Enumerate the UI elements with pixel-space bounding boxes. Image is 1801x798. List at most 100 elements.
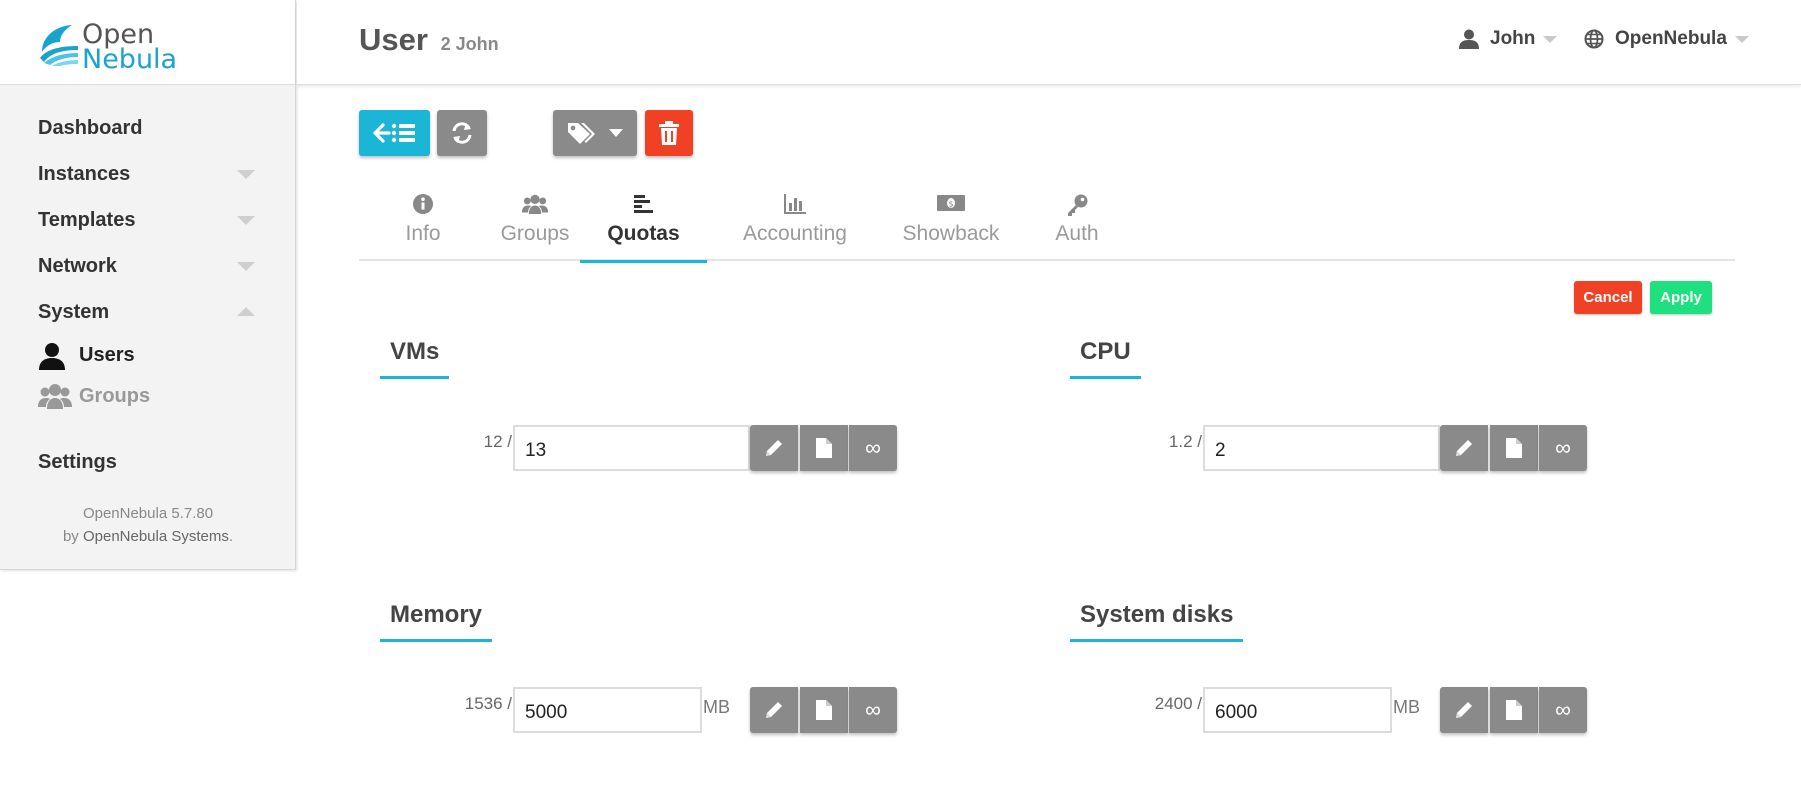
sidebar-item-dashboard[interactable]: Dashboard	[0, 105, 295, 151]
chevron-up-icon	[237, 307, 255, 316]
zone-menu[interactable]: OpenNebula	[1584, 28, 1749, 50]
header: User 2 John John OpenNebula	[297, 0, 1801, 85]
caret-down-icon	[609, 129, 623, 137]
memory-unit: MB	[703, 697, 730, 717]
company-link[interactable]: OpenNebula Systems	[83, 528, 229, 545]
system-disks-quota-input[interactable]: 6000	[1203, 687, 1392, 733]
back-to-list-button[interactable]	[359, 110, 430, 156]
file-icon	[1506, 438, 1522, 458]
page-title: User 2 John	[359, 22, 499, 58]
groups-icon	[480, 194, 590, 222]
delete-button[interactable]	[645, 110, 693, 156]
system-disks-quota-title: System disks	[1070, 601, 1244, 642]
logo[interactable]: Open Nebula	[0, 0, 295, 85]
system-disks-used: 2400 /	[1154, 694, 1202, 713]
company-text: by OpenNebula Systems.	[0, 525, 296, 548]
refresh-icon	[452, 122, 472, 144]
trash-icon	[659, 121, 679, 145]
tab-quotas[interactable]: Quotas	[580, 187, 707, 263]
default-button[interactable]	[800, 425, 848, 471]
footer-dot: .	[228, 528, 234, 545]
sidebar-item-instances[interactable]: Instances	[0, 151, 295, 197]
memory-quota-input[interactable]: 5000	[513, 687, 702, 733]
default-button[interactable]	[1490, 687, 1538, 733]
default-button[interactable]	[1490, 425, 1538, 471]
infinity-icon: ∞	[1555, 697, 1571, 722]
default-button[interactable]	[800, 687, 848, 733]
sidebar-item-label: Settings	[38, 451, 117, 473]
edit-button[interactable]	[750, 687, 798, 733]
logo-text: Open Nebula	[82, 21, 177, 73]
unlimited-button[interactable]: ∞	[849, 687, 897, 733]
sidebar-footer: OpenNebula 5.7.80 by OpenNebula Systems.	[0, 502, 296, 548]
tab-showback[interactable]: $ Showback	[888, 187, 1014, 261]
tab-groups[interactable]: Groups	[480, 187, 590, 261]
sidebar: Open Nebula Dashboard Instances Template…	[0, 0, 296, 570]
cpu-used: 1.2 /	[1168, 432, 1202, 451]
infinity-icon: ∞	[1555, 435, 1571, 460]
groups-icon	[38, 384, 72, 409]
user-menu[interactable]: John	[1459, 28, 1558, 50]
key-icon	[1042, 194, 1112, 222]
tab-auth[interactable]: Auth	[1042, 187, 1112, 261]
info-icon	[389, 194, 457, 222]
zone-name: OpenNebula	[1615, 28, 1727, 49]
sidebar-item-label: Groups	[79, 385, 151, 407]
pencil-icon	[1456, 440, 1472, 456]
edit-button[interactable]	[1440, 687, 1488, 733]
tab-label: Accounting	[743, 222, 847, 245]
edit-button[interactable]	[1440, 425, 1488, 471]
tab-info[interactable]: Info	[389, 187, 457, 261]
sidebar-item-label: Users	[79, 344, 135, 366]
cancel-button[interactable]: Cancel	[1574, 281, 1642, 314]
vms-used: 12 /	[483, 432, 512, 451]
globe-icon	[1584, 29, 1604, 49]
cpu-quota-input[interactable]: 2	[1203, 425, 1440, 471]
file-icon	[1506, 700, 1522, 720]
pencil-icon	[1456, 702, 1472, 718]
sidebar-item-network[interactable]: Network	[0, 243, 295, 289]
system-disks-unit: MB	[1393, 697, 1420, 717]
tab-label: Groups	[500, 222, 570, 245]
vms-quota-input[interactable]: 13	[513, 425, 750, 471]
chevron-down-icon	[237, 262, 255, 271]
sidebar-item-label: Instances	[38, 163, 131, 185]
sidebar-item-templates[interactable]: Templates	[0, 197, 295, 243]
sidebar-menu: Dashboard Instances Templates Network Sy…	[0, 105, 295, 485]
chevron-down-icon	[1734, 35, 1749, 43]
quotas-icon	[580, 194, 707, 222]
sidebar-item-settings[interactable]: Settings	[0, 439, 295, 485]
user-icon	[39, 343, 65, 370]
money-icon: $	[888, 194, 1014, 222]
version-text: OpenNebula 5.7.80	[82, 505, 214, 522]
file-icon	[816, 438, 832, 458]
refresh-button[interactable]	[437, 110, 487, 156]
file-icon	[816, 700, 832, 720]
cpu-quota-title: CPU	[1070, 338, 1141, 379]
sidebar-item-groups[interactable]: Groups	[0, 376, 295, 417]
tab-label: Showback	[902, 222, 1000, 245]
unlimited-button[interactable]: ∞	[849, 425, 897, 471]
chevron-down-icon	[237, 216, 255, 225]
sidebar-item-label: Dashboard	[38, 117, 143, 139]
tab-label: Quotas	[607, 222, 680, 245]
sidebar-item-users[interactable]: Users	[0, 335, 295, 376]
memory-used: 1536 /	[464, 694, 512, 713]
sidebar-item-system[interactable]: System	[0, 289, 295, 335]
sidebar-item-label: Network	[38, 255, 117, 277]
edit-button[interactable]	[750, 425, 798, 471]
page-subtitle: 2 John	[440, 34, 499, 54]
infinity-icon: ∞	[865, 435, 881, 460]
tags-icon	[568, 123, 595, 144]
apply-button[interactable]: Apply	[1650, 281, 1712, 314]
vms-quota-title: VMs	[380, 338, 450, 379]
tab-accounting[interactable]: Accounting	[727, 187, 863, 261]
opennebula-logo-icon	[40, 25, 78, 66]
back-list-icon	[372, 123, 415, 143]
sidebar-item-label: Templates	[38, 209, 136, 231]
unlimited-button[interactable]: ∞	[1539, 687, 1587, 733]
unlimited-button[interactable]: ∞	[1539, 425, 1587, 471]
infinity-icon: ∞	[865, 697, 881, 722]
chevron-down-icon	[237, 170, 255, 179]
labels-dropdown-button[interactable]	[553, 110, 637, 156]
